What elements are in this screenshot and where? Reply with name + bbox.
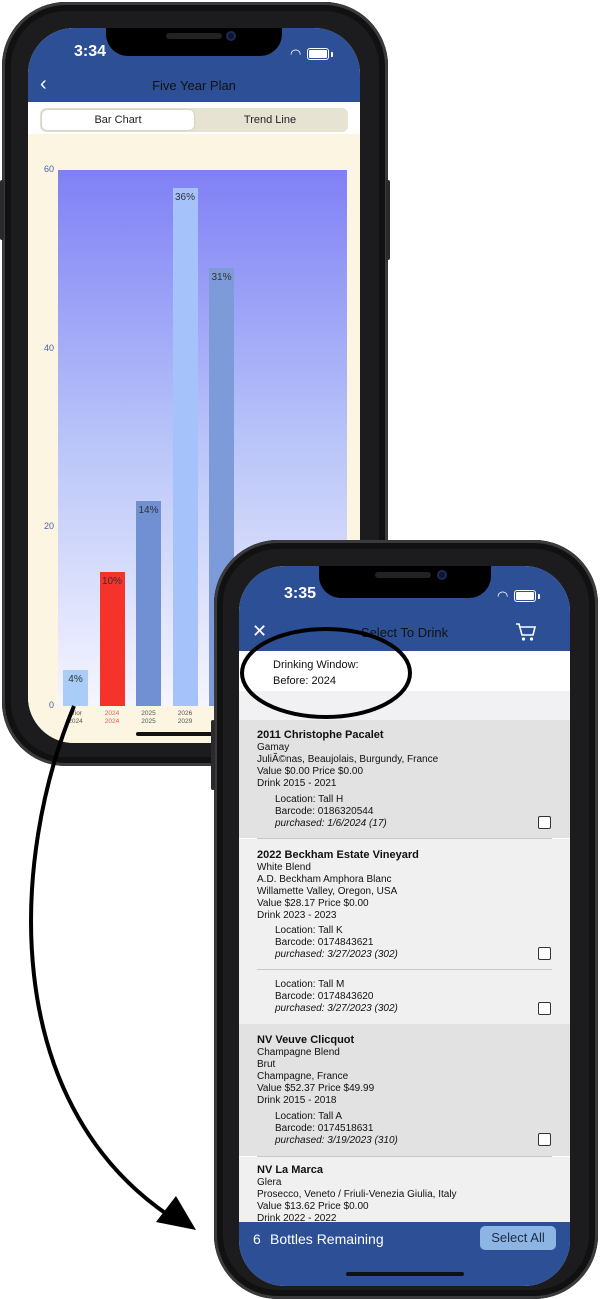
annotation-ellipse [240, 627, 412, 719]
annotation-arrow-path [29, 705, 170, 1217]
annotation-overlay [29, 627, 412, 1230]
